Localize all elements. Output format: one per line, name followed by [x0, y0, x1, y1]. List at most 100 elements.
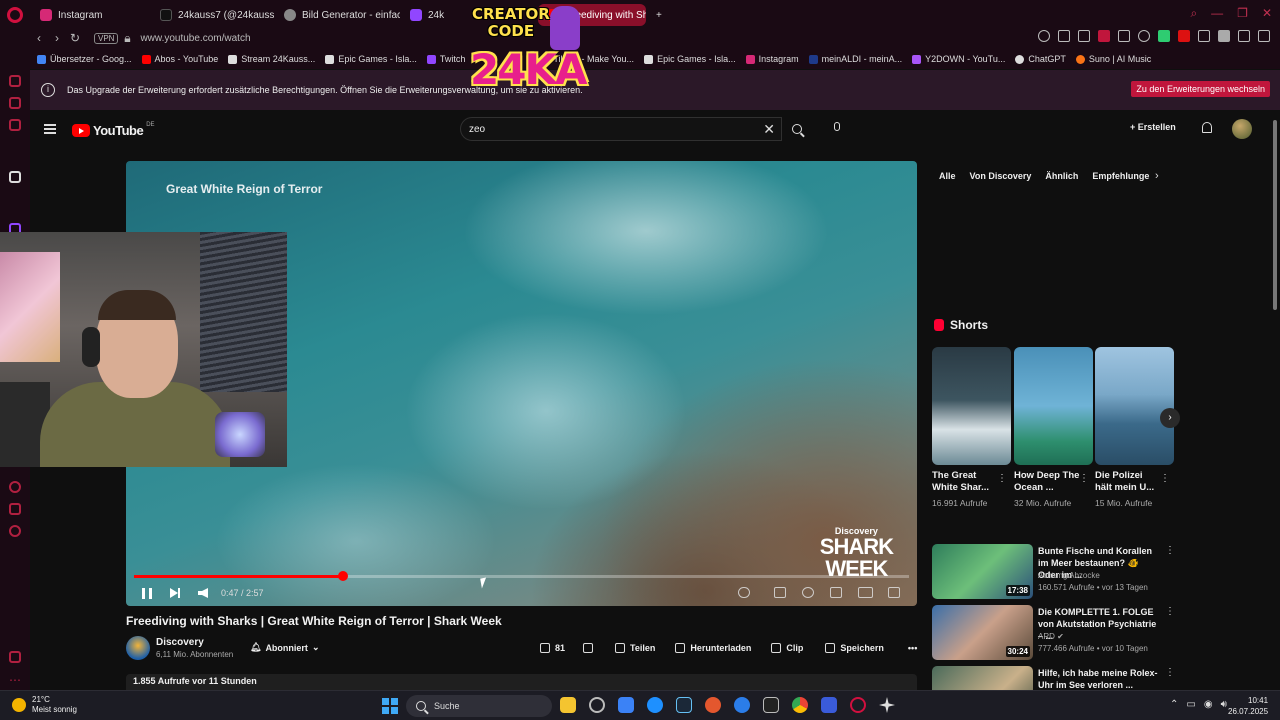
bookmark-twitch[interactable]: Twitch — [422, 54, 471, 64]
vegas-icon[interactable] — [821, 697, 837, 713]
bookmark-y2down[interactable]: Y2DOWN - YouTu... — [907, 54, 1010, 64]
bookmark-chatgpt[interactable]: ChatGPT — [1010, 54, 1071, 64]
windows-start-icon[interactable] — [382, 698, 398, 714]
tab-instagram[interactable]: Instagram — [30, 4, 126, 26]
chips-next-icon[interactable]: › — [1155, 170, 1159, 182]
go-to-extensions-button[interactable]: Zu den Erweiterungen wechseln — [1131, 81, 1270, 97]
bookmark-suno[interactable]: Suno | AI Music — [1071, 54, 1156, 64]
weather-widget[interactable]: 21°C Meist sonnig — [12, 695, 77, 715]
bookmark-epic-1[interactable]: Epic Games - Isla... — [320, 54, 422, 64]
clip-button[interactable]: Clip — [771, 643, 803, 653]
search-tabs-icon[interactable]: ⌕ — [1190, 6, 1197, 21]
recommendation-item[interactable]: 17:38 Bunte Fische und Korallen im Meer … — [932, 544, 1175, 602]
sidebar-aria-icon[interactable] — [9, 75, 21, 87]
recommendation-menu-icon[interactable]: ⋮ — [1165, 606, 1175, 617]
page-scrollbar[interactable] — [1272, 112, 1278, 690]
short-menu-icon[interactable]: ⋮ — [997, 473, 1007, 484]
tab-bild-generator[interactable]: Bild Generator - einfach B — [274, 4, 400, 26]
create-button[interactable]: + Erstellen — [1130, 122, 1176, 132]
scrollbar-thumb[interactable] — [1273, 120, 1277, 310]
recommendation-thumbnail[interactable] — [932, 666, 1033, 690]
recommendation-thumbnail[interactable]: 17:38 — [932, 544, 1033, 599]
next-icon[interactable] — [170, 588, 180, 598]
fullscreen-icon[interactable] — [888, 587, 900, 598]
short-thumbnail[interactable] — [932, 347, 1011, 465]
bookmark-aldi[interactable]: meinALDI - meinA... — [804, 54, 908, 64]
share-button[interactable]: Teilen — [615, 643, 655, 653]
display-icon[interactable]: ▭ — [1186, 699, 1195, 710]
recommendation-menu-icon[interactable]: ⋮ — [1165, 545, 1175, 556]
bookmark-stream[interactable]: Stream 24Kauss... — [223, 54, 320, 64]
profile-icon[interactable] — [1218, 30, 1230, 42]
recommendation-menu-icon[interactable]: ⋮ — [1165, 667, 1172, 678]
network-icon[interactable]: ◉ — [1204, 699, 1213, 710]
chip-all[interactable]: Alle — [932, 168, 963, 184]
pin-icon[interactable] — [1058, 30, 1070, 42]
sidebar-extensions-icon[interactable] — [9, 503, 21, 515]
back-icon[interactable]: ‹ — [30, 31, 48, 45]
bookmark-translate[interactable]: Übersetzer - Goog... — [32, 54, 137, 64]
tab-tiktok[interactable]: 24kauss7 (@24kauss7) | — [150, 4, 274, 26]
autoplay-toggle-icon[interactable] — [738, 587, 750, 598]
new-tab-button[interactable]: + — [646, 4, 672, 26]
settings-gear-icon[interactable] — [802, 587, 814, 598]
progress-scrubber[interactable] — [338, 571, 349, 581]
channel-name[interactable]: Discovery — [156, 637, 233, 648]
epic-games-icon[interactable] — [763, 697, 779, 713]
close-icon[interactable]: ✕ — [1262, 6, 1272, 21]
lock-icon[interactable]: 🔒︎ — [118, 31, 136, 46]
extension-green-icon[interactable] — [1158, 30, 1170, 42]
sidebar-history-icon[interactable] — [9, 481, 21, 493]
progress-bar[interactable] — [134, 571, 909, 581]
game-app-icon[interactable] — [705, 697, 721, 713]
clear-search-icon[interactable]: ✕ — [763, 121, 775, 138]
dislike-button[interactable] — [583, 643, 594, 653]
short-thumbnail[interactable] — [1014, 347, 1093, 465]
youtube-logo[interactable]: YouTube DE — [72, 122, 155, 138]
play-icon[interactable] — [1118, 30, 1130, 42]
sidebar-instagram-icon[interactable] — [9, 119, 21, 131]
shield-icon[interactable] — [1098, 30, 1110, 42]
extension-red-icon[interactable] — [1178, 30, 1190, 42]
chip-recommendations[interactable]: Empfehlunge — [1085, 168, 1156, 184]
volume-icon[interactable] — [198, 588, 208, 598]
minimize-icon[interactable]: — — [1211, 6, 1223, 21]
system-clock[interactable]: 10:41 26.07.2025 — [1228, 695, 1268, 717]
sidebar-messenger-icon[interactable] — [9, 97, 21, 109]
channel-avatar[interactable] — [126, 636, 150, 660]
chrome-icon[interactable] — [792, 697, 808, 713]
maximize-icon[interactable]: ❐ — [1237, 6, 1248, 21]
zoom-icon[interactable] — [1038, 30, 1050, 42]
chip-similar[interactable]: Ähnlich — [1038, 168, 1085, 184]
user-avatar[interactable] — [1232, 119, 1252, 139]
settings-app-icon[interactable] — [647, 697, 663, 713]
short-title[interactable]: Die Polizei hält mein U... — [1095, 470, 1161, 494]
recommendation-thumbnail[interactable]: 30:24 — [932, 605, 1033, 660]
pinwheel-icon[interactable] — [879, 697, 895, 713]
chip-from-discovery[interactable]: Von Discovery — [963, 168, 1039, 184]
short-menu-icon[interactable]: ⋮ — [1160, 473, 1170, 484]
recommendation-channel[interactable]: Achtung Abzocke — [1038, 571, 1100, 580]
short-menu-icon[interactable]: ⋮ — [1079, 473, 1089, 484]
like-button[interactable]: 81 — [540, 643, 565, 653]
download-icon[interactable] — [1238, 30, 1250, 42]
bookmark-instagram[interactable]: Instagram — [741, 54, 804, 64]
channel-info[interactable]: Discovery 6,11 Mio. Abonnenten — [126, 636, 233, 660]
short-item[interactable]: Die Polizei hält mein U... 15 Mio. Aufru… — [1095, 347, 1174, 509]
theater-mode-icon[interactable] — [858, 587, 873, 598]
miniplayer-icon[interactable] — [830, 587, 842, 598]
steam-icon[interactable] — [676, 697, 692, 713]
bookmark-abos[interactable]: Abos - YouTube — [137, 54, 224, 64]
recommendation-item[interactable]: Hilfe, ich habe meine Rolex-Uhr im See v… — [932, 666, 1172, 690]
forward-icon[interactable]: › — [48, 31, 66, 45]
short-title[interactable]: The Great White Shar... — [932, 470, 998, 494]
menu-icon[interactable] — [1258, 30, 1270, 42]
short-title[interactable]: How Deep The Ocean ... — [1014, 470, 1080, 494]
subtitles-icon[interactable] — [774, 587, 786, 598]
url-field[interactable]: www.youtube.com/watch — [140, 33, 250, 44]
short-item[interactable]: How Deep The Ocean ... 32 Mio. Aufrufe ⋮ — [1014, 347, 1093, 509]
vpn-badge[interactable]: VPN — [94, 32, 119, 44]
short-thumbnail[interactable] — [1095, 347, 1174, 465]
bookmark-epic-2[interactable]: Epic Games - Isla... — [639, 54, 741, 64]
shorts-next-button[interactable]: › — [1160, 408, 1180, 428]
